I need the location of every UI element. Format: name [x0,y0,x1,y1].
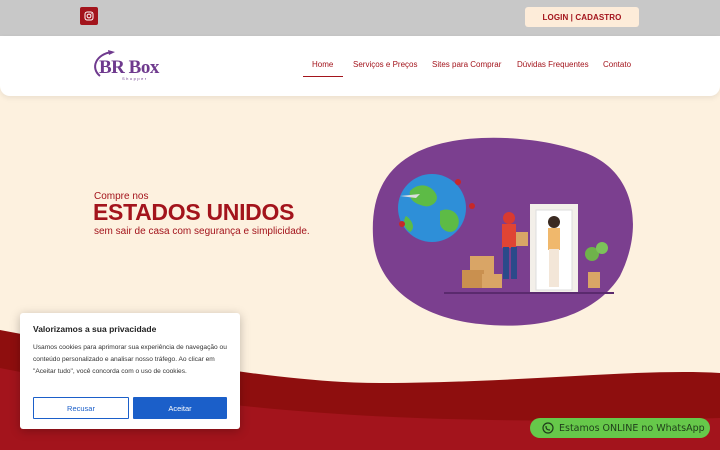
whatsapp-chat-button[interactable]: Estamos ONLINE no WhatsApp [530,418,710,438]
accept-cookies-button[interactable]: Aceitar [133,397,227,419]
delivery-illustration [372,137,633,326]
instagram-icon [84,11,94,21]
main-header: BR Box Shopper Home Serviços e Preços Si… [0,36,720,96]
hero-title: ESTADOS UNIDOS [93,199,295,225]
login-register-button[interactable]: LOGIN | CADASTRO [525,7,639,27]
hero-subtitle: sem sair de casa com segurança e simplic… [94,226,310,237]
nav-home[interactable]: Home [312,60,333,69]
instagram-button[interactable] [80,7,98,25]
nav-shopping-sites[interactable]: Sites para Comprar [432,60,501,69]
whatsapp-label: Estamos ONLINE no WhatsApp [559,422,705,434]
brbox-logo[interactable]: BR Box Shopper [88,48,160,84]
nav-faq[interactable]: Dúvidas Frequentes [517,60,589,69]
cookie-description: Usamos cookies para aprimorar sua experi… [33,344,227,375]
nav-contact[interactable]: Contato [603,60,631,69]
whatsapp-icon [542,422,554,434]
reject-cookies-button[interactable]: Recusar [33,397,129,419]
active-nav-underline [303,76,343,77]
cookie-title: Valorizamos a sua privacidade [33,324,157,334]
logo-subtext: Shopper [122,76,148,81]
nav-services-prices[interactable]: Serviços e Preços [353,60,417,69]
top-bar: LOGIN | CADASTRO [0,0,720,36]
cookie-consent-modal: Valorizamos a sua privacidade Usamos coo… [20,313,240,429]
